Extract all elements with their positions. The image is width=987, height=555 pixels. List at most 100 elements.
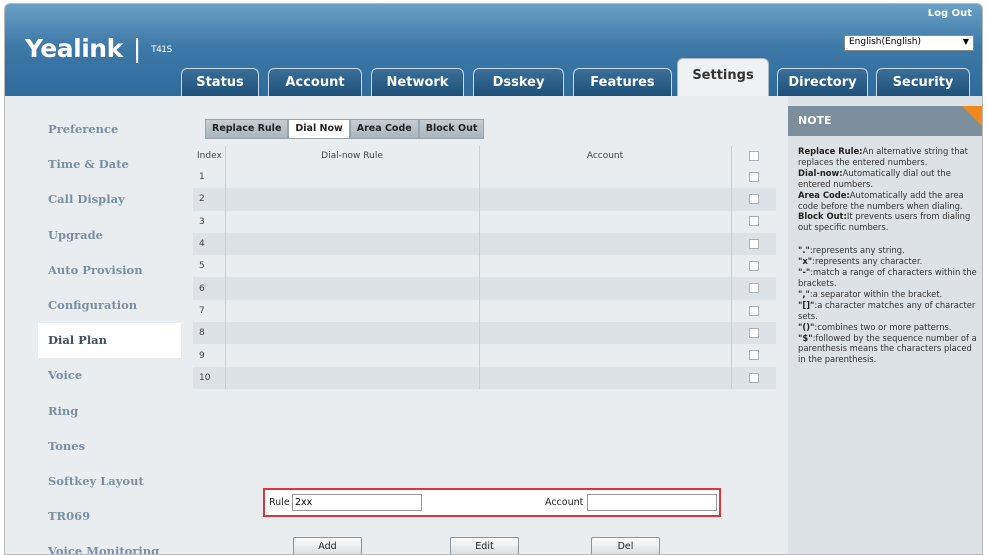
table-row[interactable]: 6	[193, 277, 776, 300]
tab-settings[interactable]: Settings	[677, 58, 769, 96]
note-symbol: "-":match a range of characters within t…	[798, 267, 978, 289]
model-label: T41S	[151, 45, 172, 55]
del-button[interactable]: Del	[591, 537, 660, 554]
note-spacer	[798, 233, 978, 245]
row-checkbox[interactable]	[748, 171, 759, 182]
row-checkbox[interactable]	[748, 305, 759, 316]
row-rule	[225, 366, 480, 389]
note-term: "$"	[798, 332, 813, 343]
select-all-checkbox[interactable]	[748, 150, 759, 161]
row-rule	[225, 322, 480, 345]
content-area: Preference Time & Date Call Display Upgr…	[5, 96, 982, 554]
row-checkbox[interactable]	[748, 216, 759, 227]
edit-button[interactable]: Edit	[450, 537, 519, 554]
subtab-block-out[interactable]: Block Out	[418, 119, 485, 139]
note-symbol: ",":a separator within the bracket.	[798, 289, 978, 300]
tab-directory[interactable]: Directory	[777, 68, 868, 96]
row-checkbox[interactable]	[748, 238, 759, 249]
note-symbol: "x":represents any character.	[798, 256, 978, 267]
logout-link[interactable]: Log Out	[928, 8, 972, 19]
note-term: "."	[798, 245, 810, 256]
sidebar-item-tr069[interactable]: TR069	[38, 499, 181, 534]
table-row[interactable]: 1	[193, 166, 776, 189]
table-row[interactable]: 3	[193, 210, 776, 233]
header-rule: Dial-now Rule	[225, 146, 480, 166]
row-index: 2	[193, 188, 226, 211]
tab-dsskey[interactable]: Dsskey	[473, 68, 564, 96]
row-check-cell	[731, 255, 776, 277]
tab-features[interactable]: Features	[573, 68, 672, 96]
table-row[interactable]: 9	[193, 344, 776, 367]
row-account	[479, 232, 732, 256]
row-rule	[225, 255, 480, 278]
row-account	[479, 344, 732, 367]
tab-network[interactable]: Network	[371, 68, 464, 96]
sidebar-item-configuration[interactable]: Configuration	[38, 288, 181, 323]
sidebar-item-voice-monitoring[interactable]: Voice Monitoring	[38, 534, 181, 554]
row-check-cell	[731, 166, 776, 188]
row-check-cell	[731, 277, 776, 300]
table-row[interactable]: 10	[193, 366, 776, 389]
add-button[interactable]: Add	[293, 537, 362, 554]
table-row[interactable]: 8	[193, 322, 776, 345]
note-term: Area Code:	[798, 189, 850, 200]
table-row[interactable]: 4	[193, 232, 776, 256]
note-symbol: "[]":a character matches any of characte…	[798, 300, 978, 322]
sidebar: Preference Time & Date Call Display Upgr…	[38, 96, 181, 554]
sidebar-item-call-display[interactable]: Call Display	[38, 182, 181, 217]
sidebar-item-voice[interactable]: Voice	[38, 358, 181, 393]
subtab-replace-rule[interactable]: Replace Rule	[205, 119, 289, 139]
row-checkbox[interactable]	[748, 194, 759, 205]
row-check-cell	[731, 366, 776, 389]
note-term: Dial-now:	[798, 167, 843, 178]
row-checkbox[interactable]	[748, 372, 759, 383]
subtab-area-code[interactable]: Area Code	[349, 119, 419, 139]
sidebar-item-auto-provision[interactable]: Auto Provision	[38, 253, 181, 288]
table-row[interactable]: 2	[193, 188, 776, 211]
table-row[interactable]: 5	[193, 255, 776, 278]
sidebar-item-time-date[interactable]: Time & Date	[38, 147, 181, 182]
rule-input[interactable]	[292, 494, 422, 511]
row-checkbox[interactable]	[748, 283, 759, 294]
sidebar-item-dial-plan[interactable]: Dial Plan	[38, 323, 181, 359]
note-panel: NOTE Replace Rule:An alternative string …	[788, 96, 982, 554]
row-index: 10	[193, 366, 226, 389]
table-row[interactable]: 7	[193, 299, 776, 323]
row-checkbox[interactable]	[748, 327, 759, 338]
sidebar-item-upgrade[interactable]: Upgrade	[38, 218, 181, 253]
account-input[interactable]	[587, 494, 717, 511]
row-account	[479, 255, 732, 278]
header-account: Account	[479, 146, 732, 166]
table-header-row: Index Dial-now Rule Account	[193, 146, 776, 166]
row-rule	[225, 299, 480, 323]
sidebar-item-preference[interactable]: Preference	[38, 112, 181, 147]
row-rule	[225, 277, 480, 300]
note-term: Block Out:	[798, 211, 847, 222]
row-rule	[225, 344, 480, 367]
row-index: 5	[193, 255, 226, 278]
app-window: Yealink | T41S Log Out English(English) …	[4, 3, 983, 555]
row-check-cell	[731, 322, 776, 345]
row-rule	[225, 232, 480, 256]
tab-status[interactable]: Status	[181, 68, 259, 96]
sidebar-item-ring[interactable]: Ring	[38, 394, 181, 429]
tab-account[interactable]: Account	[268, 68, 362, 96]
row-checkbox[interactable]	[748, 261, 759, 272]
row-account	[479, 299, 732, 323]
logo-divider: |	[132, 34, 141, 63]
note-term: "x"	[798, 256, 813, 267]
header: Yealink | T41S Log Out English(English) …	[5, 4, 982, 96]
row-checkbox[interactable]	[748, 350, 759, 361]
note-symbol: "$":followed by the sequence number of a…	[798, 333, 978, 366]
select-all-cell	[731, 146, 776, 166]
language-select[interactable]: English(English) ▼	[844, 35, 974, 51]
tab-security[interactable]: Security	[876, 68, 970, 96]
note-text: :combines two or more patterns.	[814, 321, 952, 332]
note-term: "()"	[798, 321, 815, 332]
note-text: :represents any string.	[809, 245, 905, 256]
sidebar-item-tones[interactable]: Tones	[38, 429, 181, 464]
sidebar-item-softkey-layout[interactable]: Softkey Layout	[38, 464, 181, 499]
row-account	[479, 277, 732, 300]
subtab-dial-now[interactable]: Dial Now	[288, 119, 350, 139]
row-index: 9	[193, 344, 226, 367]
